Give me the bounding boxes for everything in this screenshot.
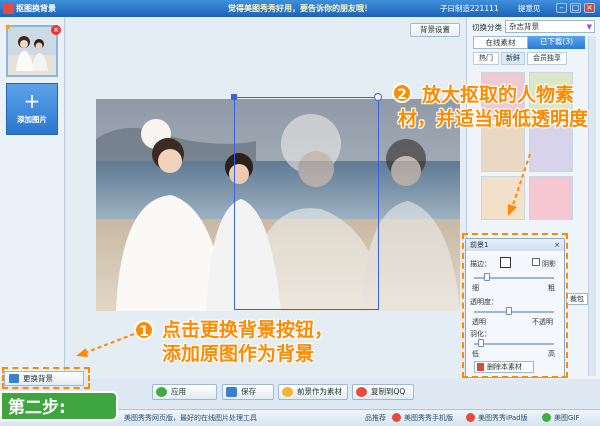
category-select[interactable]: 杂志背景 ▼ bbox=[505, 20, 595, 33]
close-button[interactable]: × bbox=[584, 3, 595, 13]
footer-gif-link[interactable]: 美图GIF bbox=[554, 413, 580, 423]
star-icon bbox=[282, 387, 293, 397]
save-button[interactable]: 保存 bbox=[222, 384, 274, 400]
highlight-change-bg-button bbox=[2, 367, 90, 389]
apply-label: 应用 bbox=[171, 387, 186, 396]
footer-recommend: 品推荐 bbox=[365, 414, 386, 422]
subtab-new[interactable]: 新鲜 bbox=[501, 52, 525, 65]
save-icon bbox=[226, 387, 237, 397]
step-2-instruction: 放大抠取的人物素材，并适当调低透明度 bbox=[398, 84, 589, 130]
minimize-button[interactable]: – bbox=[556, 3, 567, 13]
crop-button[interactable]: 裁包 bbox=[566, 293, 588, 305]
category-value: 杂志背景 bbox=[509, 22, 539, 31]
meitu-icon bbox=[392, 413, 401, 422]
rotate-handle[interactable] bbox=[374, 93, 382, 101]
foreground-as-material-button[interactable]: 前景作为素材 bbox=[278, 384, 348, 400]
tab-downloaded[interactable]: 已下载(3) bbox=[528, 36, 585, 49]
footer-phone-link[interactable]: 美图秀秀手机版 bbox=[404, 413, 453, 423]
remove-thumbnail-icon[interactable]: × bbox=[51, 25, 61, 35]
footer-ipad-link[interactable]: 美图秀秀iPad版 bbox=[478, 413, 528, 423]
meitu-icon bbox=[466, 413, 475, 422]
copy-to-qq-label: 复制到QQ bbox=[371, 387, 406, 396]
apply-button[interactable]: 应用 bbox=[152, 384, 217, 400]
star-icon: ★ bbox=[4, 23, 13, 33]
gif-icon bbox=[542, 413, 551, 422]
step-1-instruction: 点击更换背景按钮， 添加原图作为背景 bbox=[162, 318, 432, 366]
step-1-line-2: 添加原图作为背景 bbox=[162, 343, 315, 365]
feedback-link[interactable]: 提意见 bbox=[518, 3, 541, 14]
selection-box[interactable] bbox=[234, 97, 379, 310]
add-image-label: 添加图片 bbox=[17, 115, 47, 124]
step-label: 第二步: bbox=[0, 391, 118, 421]
footer-promo-text[interactable]: 美图秀秀网页版，最好的在线图片处理工具 bbox=[124, 413, 257, 423]
material-subtabs: 热门 新鲜 会员独享 bbox=[473, 52, 585, 65]
maximize-button[interactable]: □ bbox=[570, 3, 581, 13]
tab-online-materials[interactable]: 在线素材 bbox=[473, 36, 528, 49]
qq-icon bbox=[356, 387, 367, 397]
thumbnail-photo bbox=[8, 27, 56, 75]
subtab-vip[interactable]: 会员独享 bbox=[527, 52, 567, 65]
user-name[interactable]: 子曰制造221111 bbox=[440, 3, 499, 14]
foreground-as-material-label: 前景作为素材 bbox=[297, 387, 342, 396]
category-label: 切换分类 bbox=[472, 23, 502, 32]
step-1-line-1: 点击更换背景按钮， bbox=[162, 319, 334, 341]
arrow-to-dialog-icon bbox=[508, 153, 531, 216]
save-label: 保存 bbox=[241, 387, 256, 396]
arrow-to-button-icon bbox=[76, 333, 135, 357]
title-bar: 抠图换背景 觉得美图秀秀好用，要告诉你的朋友哦！ 子曰制造221111 提意见 … bbox=[0, 0, 600, 17]
resize-handle[interactable] bbox=[231, 94, 237, 100]
copy-to-qq-button[interactable]: 复制到QQ bbox=[352, 384, 414, 400]
background-settings-button[interactable]: 背景设置 bbox=[410, 23, 460, 37]
plus-icon: + bbox=[23, 89, 41, 113]
subtab-hot[interactable]: 热门 bbox=[473, 52, 499, 65]
highlight-layer-dialog bbox=[462, 233, 568, 378]
add-image-button[interactable]: + 添加图片 bbox=[6, 83, 58, 135]
chevron-down-icon: ▼ bbox=[586, 23, 592, 31]
check-icon bbox=[156, 387, 167, 397]
slogan-text: 觉得美图秀秀好用，要告诉你的朋友哦！ bbox=[228, 4, 372, 13]
